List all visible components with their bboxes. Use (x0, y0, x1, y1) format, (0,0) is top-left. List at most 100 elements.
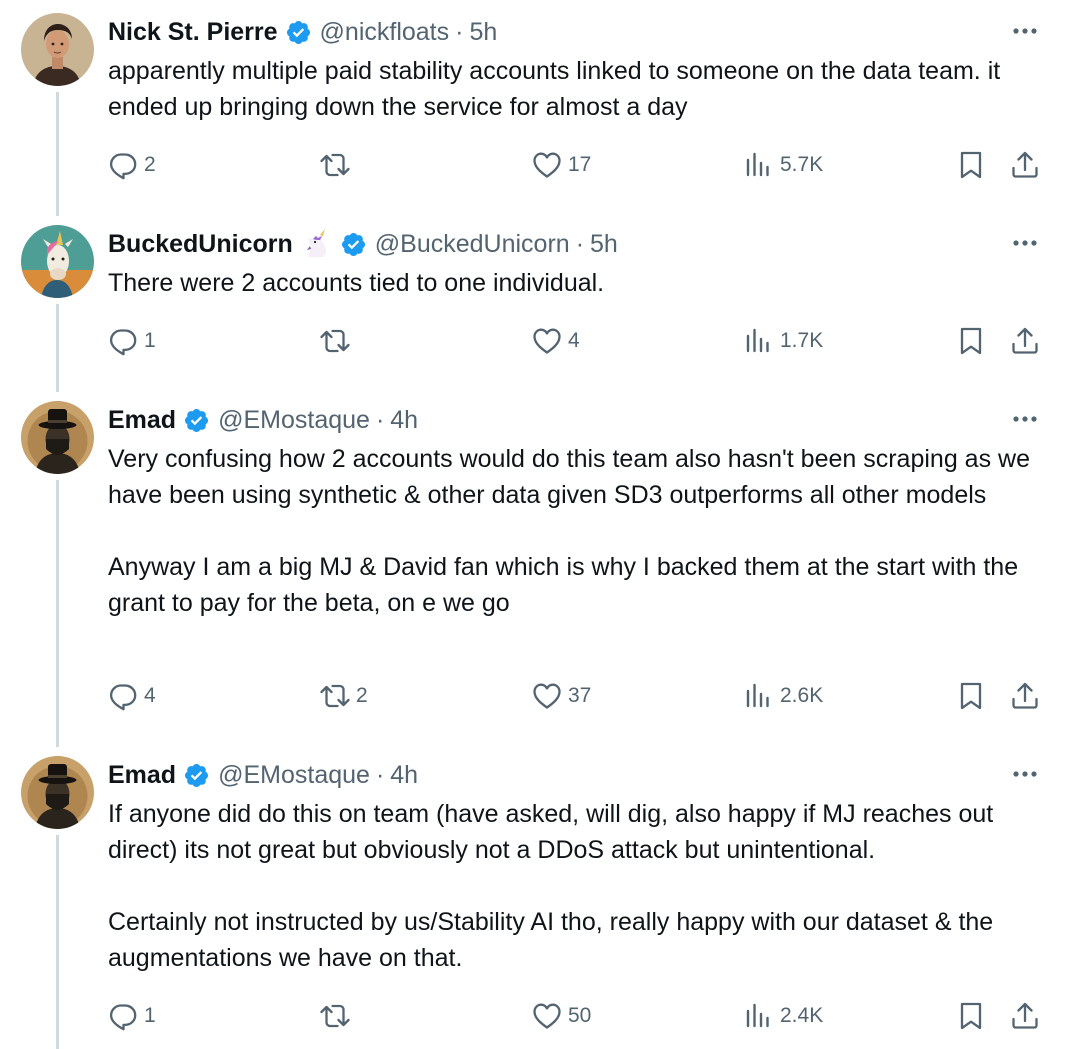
views-icon (742, 679, 776, 713)
author-name[interactable]: BuckedUnicorn (108, 230, 293, 259)
reply-button[interactable]: 1 (106, 996, 156, 1036)
author-handle[interactable]: @EMostaque (218, 761, 370, 790)
reply-count: 2 (144, 153, 156, 176)
reply-icon (106, 148, 140, 182)
share-icon (1008, 324, 1042, 358)
retweet-button[interactable] (318, 996, 356, 1036)
retweet-button[interactable]: 2 (318, 676, 368, 716)
views-icon (742, 324, 776, 358)
tweet-paragraph: Certainly not instructed by us/Stability… (108, 908, 994, 972)
avatar-emad[interactable] (21, 401, 94, 474)
retweet-icon (318, 148, 352, 182)
share-icon (1008, 679, 1042, 713)
like-count: 17 (568, 153, 592, 176)
tweet-paragraph: apparently multiple paid stability accou… (108, 57, 1001, 121)
author-name[interactable]: Emad (108, 406, 176, 435)
retweet-count: 2 (356, 684, 368, 707)
verified-badge-icon (183, 762, 210, 789)
reply-count: 4 (144, 684, 156, 707)
retweet-button[interactable] (318, 145, 356, 185)
view-count: 1.7K (780, 329, 824, 352)
avatar-emad[interactable] (21, 756, 94, 829)
tweet-paragraph: Very confusing how 2 accounts would do t… (108, 445, 1030, 509)
tweet-text: apparently multiple paid stability accou… (108, 53, 1058, 125)
tweet-header: Emad @EMostaque · 4h (108, 401, 418, 439)
more-icon[interactable] (1006, 757, 1044, 791)
like-icon (530, 324, 564, 358)
timestamp[interactable]: 4h (390, 406, 418, 435)
like-icon (530, 999, 564, 1033)
share-icon (1008, 148, 1042, 182)
like-count: 37 (568, 684, 592, 707)
retweet-icon (318, 999, 352, 1033)
tweet-2[interactable]: BuckedUnicorn @BuckedUnicorn · 5h There … (0, 212, 1080, 392)
author-handle[interactable]: @BuckedUnicorn (375, 230, 570, 259)
avatar-buckedunicorn[interactable] (21, 225, 94, 298)
bookmark-button[interactable] (954, 996, 988, 1036)
action-bar: 4 2 37 2.6K (0, 676, 1080, 716)
bookmark-button[interactable] (954, 145, 988, 185)
retweet-icon (318, 324, 352, 358)
tweet-paragraph: There were 2 accounts tied to one indivi… (108, 269, 605, 297)
tweet-4[interactable]: Emad @EMostaque · 4h If anyone did do th… (0, 743, 1080, 1049)
reply-icon (106, 679, 140, 713)
views-button[interactable]: 1.7K (742, 321, 823, 361)
reply-icon (106, 999, 140, 1033)
share-button[interactable] (1008, 676, 1042, 716)
bookmark-icon (954, 679, 988, 713)
author-name[interactable]: Nick St. Pierre (108, 18, 278, 47)
views-icon (742, 148, 776, 182)
author-handle[interactable]: @nickfloats (320, 18, 450, 47)
tweet-paragraph: Anyway I am a big MJ & David fan which i… (108, 553, 1019, 617)
tweet-3[interactable]: Emad @EMostaque · 4h Very confusing how … (0, 388, 1080, 747)
tweet-text: There were 2 accounts tied to one indivi… (108, 265, 1058, 301)
bookmark-button[interactable] (954, 321, 988, 361)
avatar-nick[interactable] (21, 13, 94, 86)
reply-button[interactable]: 2 (106, 145, 156, 185)
more-icon[interactable] (1006, 226, 1044, 260)
tweet-text: Very confusing how 2 accounts would do t… (108, 441, 1058, 621)
reply-icon (106, 324, 140, 358)
tweet-header: BuckedUnicorn @BuckedUnicorn · 5h (108, 225, 618, 263)
more-icon[interactable] (1006, 402, 1044, 436)
view-count: 2.6K (780, 684, 824, 707)
share-button[interactable] (1008, 996, 1042, 1036)
retweet-icon (318, 679, 352, 713)
views-button[interactable]: 5.7K (742, 145, 823, 185)
like-button[interactable]: 37 (530, 676, 591, 716)
bookmark-icon (954, 999, 988, 1033)
author-handle[interactable]: @EMostaque (218, 406, 370, 435)
reply-count: 1 (144, 1004, 156, 1027)
timestamp[interactable]: 4h (390, 761, 418, 790)
author-name[interactable]: Emad (108, 761, 176, 790)
like-button[interactable]: 17 (530, 145, 591, 185)
action-bar: 2 17 5.7K (0, 145, 1080, 185)
like-count: 50 (568, 1004, 592, 1027)
action-bar: 1 4 1.7K (0, 321, 1080, 361)
like-button[interactable]: 50 (530, 996, 591, 1036)
bookmark-icon (954, 148, 988, 182)
like-button[interactable]: 4 (530, 321, 580, 361)
separator: · (575, 229, 585, 258)
timestamp[interactable]: 5h (590, 230, 618, 259)
reply-button[interactable]: 4 (106, 676, 156, 716)
separator: · (375, 760, 385, 789)
timestamp[interactable]: 5h (469, 18, 497, 47)
tweet-header: Nick St. Pierre @nickfloats · 5h (108, 13, 497, 51)
more-icon[interactable] (1006, 14, 1044, 48)
share-button[interactable] (1008, 145, 1042, 185)
reply-button[interactable]: 1 (106, 321, 156, 361)
view-count: 2.4K (780, 1004, 824, 1027)
separator: · (375, 405, 385, 434)
retweet-button[interactable] (318, 321, 356, 361)
separator: · (455, 17, 464, 46)
views-button[interactable]: 2.6K (742, 676, 823, 716)
views-icon (742, 999, 776, 1033)
bookmark-button[interactable] (954, 676, 988, 716)
views-button[interactable]: 2.4K (742, 996, 823, 1036)
verified-badge-icon (285, 19, 312, 46)
tweet-1[interactable]: Nick St. Pierre @nickfloats · 5h apparen… (0, 0, 1080, 216)
verified-badge-icon (340, 231, 367, 258)
bookmark-icon (954, 324, 988, 358)
share-button[interactable] (1008, 321, 1042, 361)
